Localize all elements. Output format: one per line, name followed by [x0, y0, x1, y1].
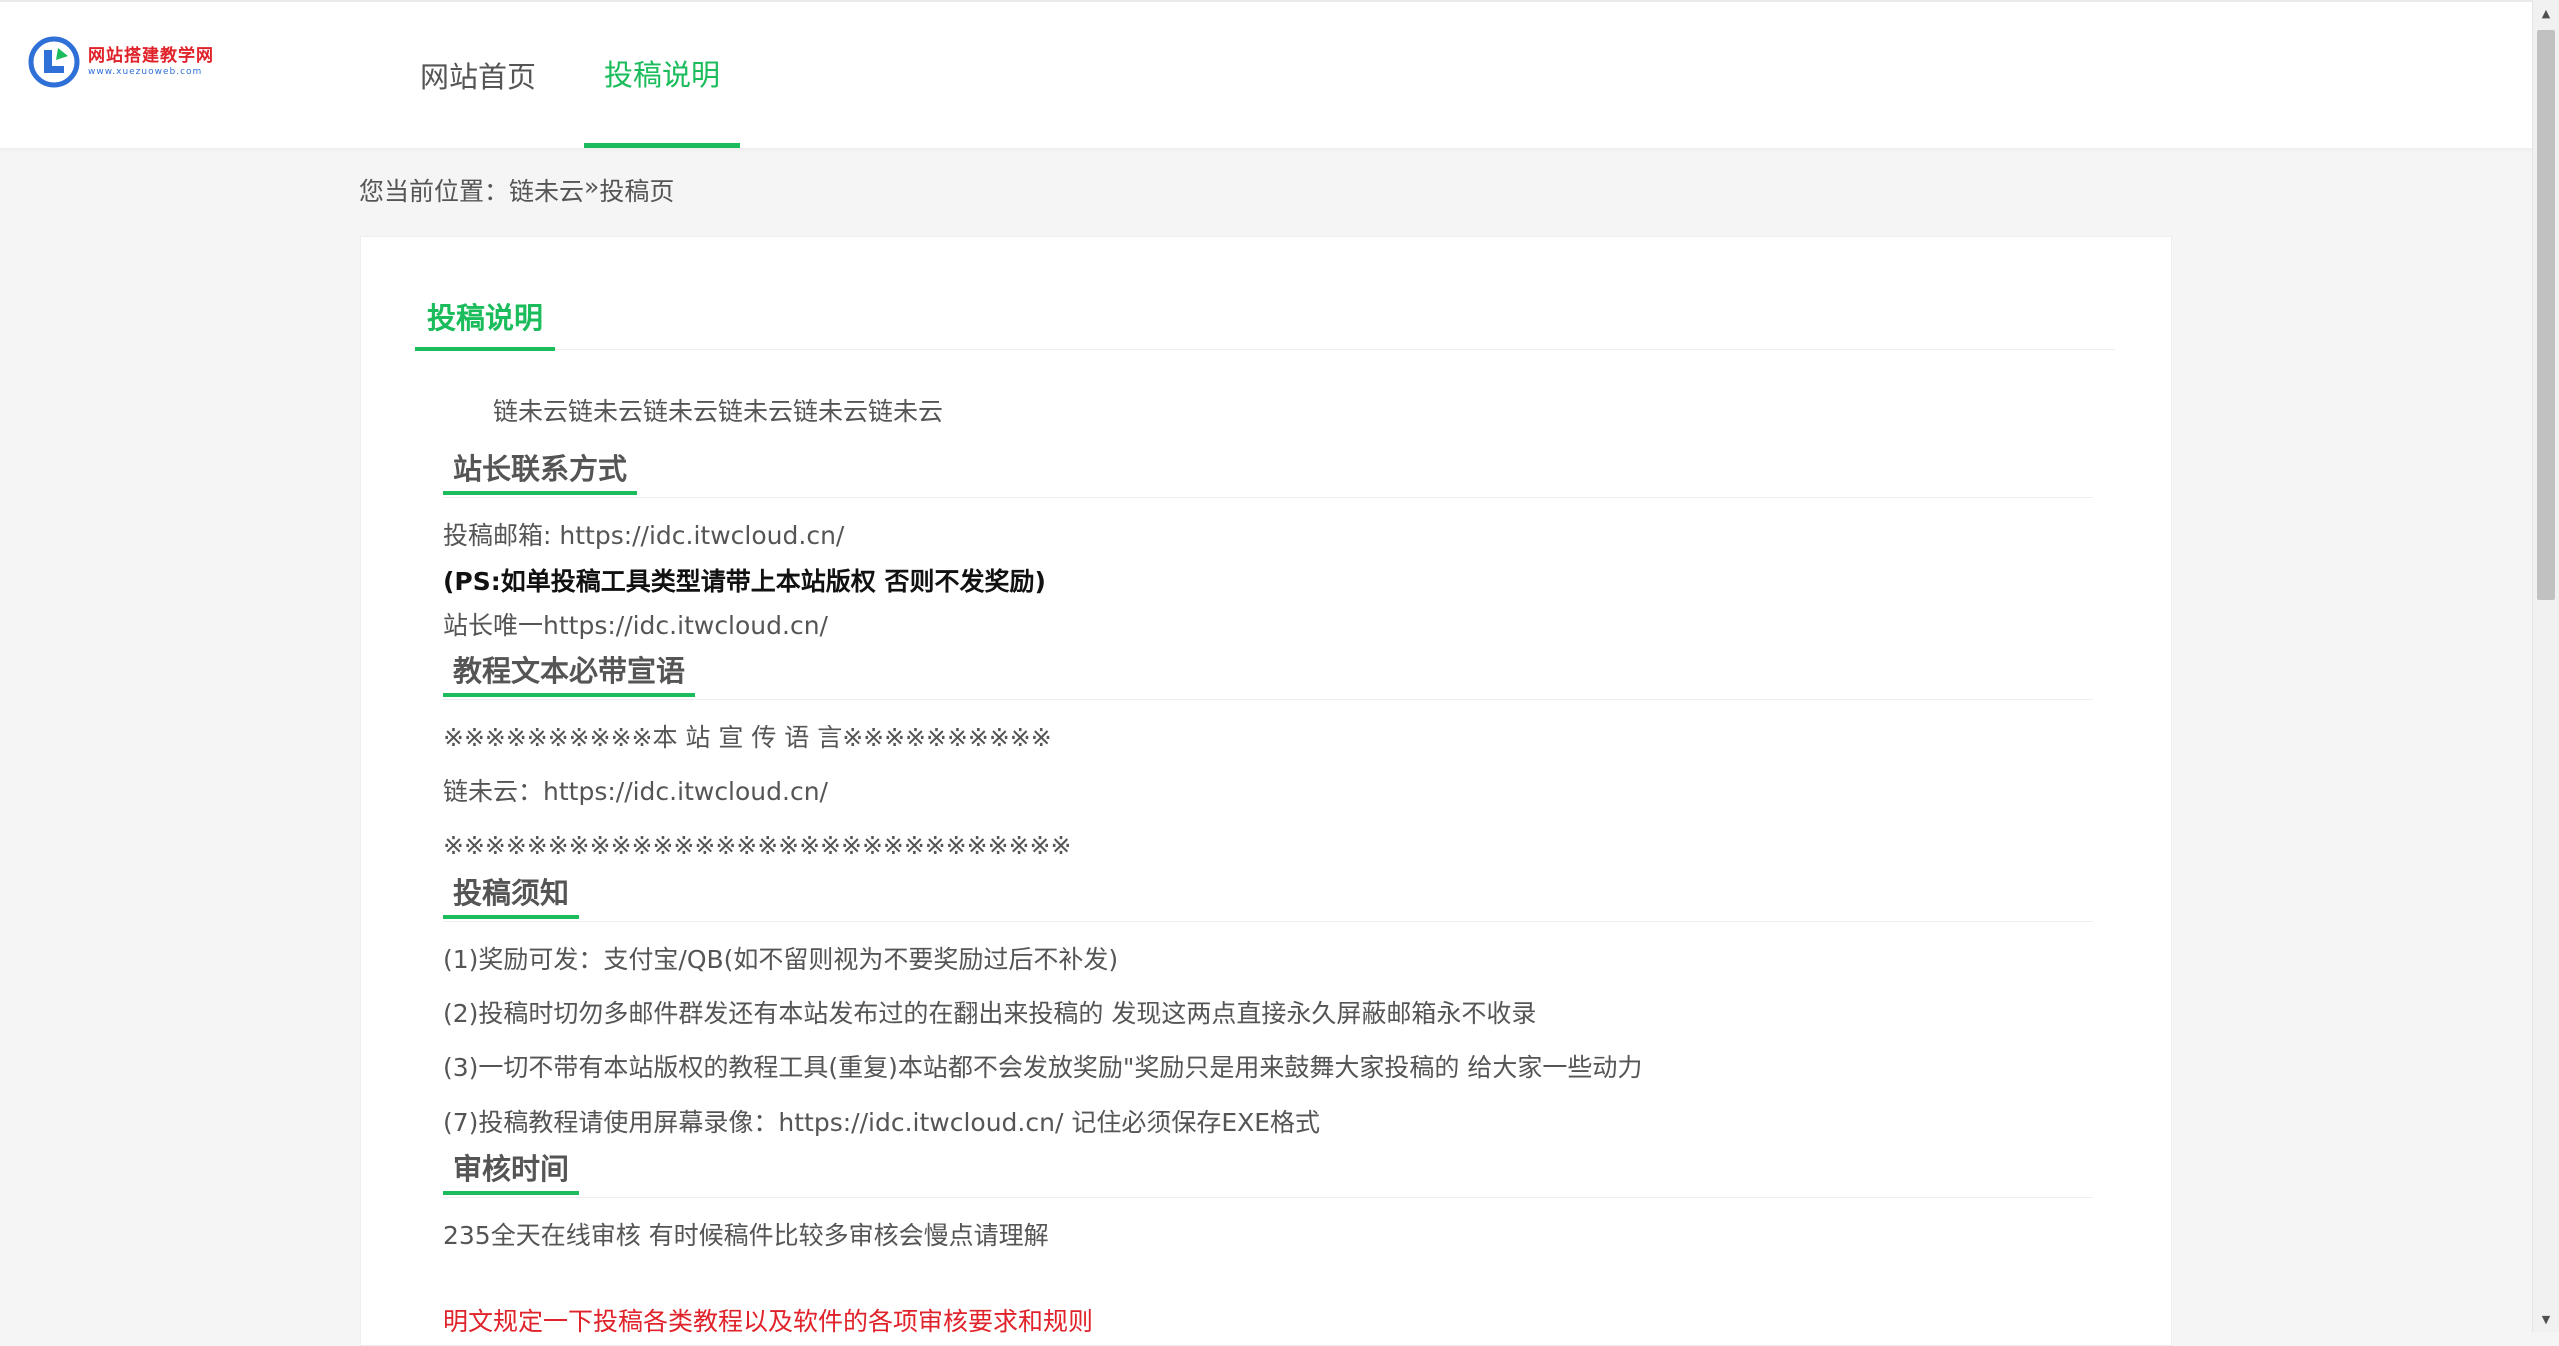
- breadcrumb-prefix: 您当前位置：: [359, 177, 510, 206]
- article-card: 投稿说明 链未云链未云链未云链未云链未云链未云 站长联系方式 投稿邮箱: htt…: [360, 236, 2172, 1346]
- logo-subtitle: www.xuezuoweb.com: [88, 67, 203, 77]
- site-logo[interactable]: 网站搭建教学网 www.xuezuoweb.com: [28, 36, 214, 88]
- nav-item-home[interactable]: 网站首页: [400, 2, 556, 148]
- section-heading-label: 教程文本必带宣语: [443, 649, 696, 697]
- breadcrumb-separator: »: [584, 172, 600, 201]
- section-heading-label: 投稿须知: [443, 871, 580, 919]
- section-line: ※※※※※※※※※※本 站 宣 传 语 言※※※※※※※※※※: [443, 723, 1052, 752]
- breadcrumb-current: 投稿页: [599, 177, 675, 206]
- section-line: 235全天在线审核 有时候稿件比较多审核会慢点请理解: [443, 1221, 1049, 1250]
- section-heading-rules: 投稿须知: [443, 871, 2093, 922]
- scroll-up-arrow-icon[interactable]: ▲: [2533, 0, 2559, 26]
- article-title-bar: 投稿说明: [415, 299, 2115, 351]
- site-header: 网站搭建教学网 www.xuezuoweb.com 网站首页 投稿说明: [0, 0, 2532, 148]
- breadcrumb: 您当前位置： 链未云 » 投稿页: [359, 172, 674, 208]
- section-heading-contact: 站长联系方式: [443, 447, 2093, 498]
- article-intro: 链未云链未云链未云链未云链未云链未云: [493, 397, 944, 426]
- main-nav: 网站首页 投稿说明: [400, 2, 768, 148]
- nav-item-submission-guide[interactable]: 投稿说明: [584, 2, 741, 148]
- article-title: 投稿说明: [415, 299, 556, 351]
- section-heading-label: 审核时间: [443, 1147, 580, 1195]
- section-heading-promo: 教程文本必带宣语: [443, 649, 2093, 700]
- scroll-down-arrow-icon[interactable]: ▼: [2533, 1306, 2559, 1332]
- section-line: (7)投稿教程请使用屏幕录像：https://idc.itwcloud.cn/ …: [443, 1108, 1321, 1137]
- section-line: ※※※※※※※※※※※※※※※※※※※※※※※※※※※※※※: [443, 831, 1072, 860]
- section-line: 链未云：https://idc.itwcloud.cn/: [443, 777, 828, 806]
- section-line: (1)奖励可发：支付宝/QB(如不留则视为不要奖励过后不补发): [443, 945, 1119, 974]
- section-heading-review-time: 审核时间: [443, 1147, 2093, 1198]
- article-notice: 明文规定一下投稿各类教程以及软件的各项审核要求和规则: [443, 1307, 1094, 1336]
- section-line: 投稿邮箱: https://idc.itwcloud.cn/: [443, 521, 845, 550]
- logo-text: 网站搭建教学网 www.xuezuoweb.com: [88, 46, 214, 78]
- section-line: (2)投稿时切勿多邮件群发还有本站发布过的在翻出来投稿的 发现这两点直接永久屏蔽…: [443, 999, 1537, 1028]
- page-scrollbar[interactable]: ▲ ▼: [2532, 0, 2559, 1332]
- section-heading-label: 站长联系方式: [443, 447, 638, 495]
- logo-icon: [28, 36, 80, 88]
- section-line: 站长唯一https://idc.itwcloud.cn/: [443, 611, 828, 640]
- logo-title: 网站搭建教学网: [88, 46, 214, 66]
- section-line: (3)一切不带有本站版权的教程工具(重复)本站都不会发放奖励"奖励只是用来鼓舞大…: [443, 1053, 1643, 1082]
- breadcrumb-home-link[interactable]: 链未云: [509, 172, 584, 208]
- scroll-thumb[interactable]: [2537, 30, 2555, 600]
- section-line: (PS:如单投稿工具类型请带上本站版权 否则不发奖励): [443, 567, 1046, 596]
